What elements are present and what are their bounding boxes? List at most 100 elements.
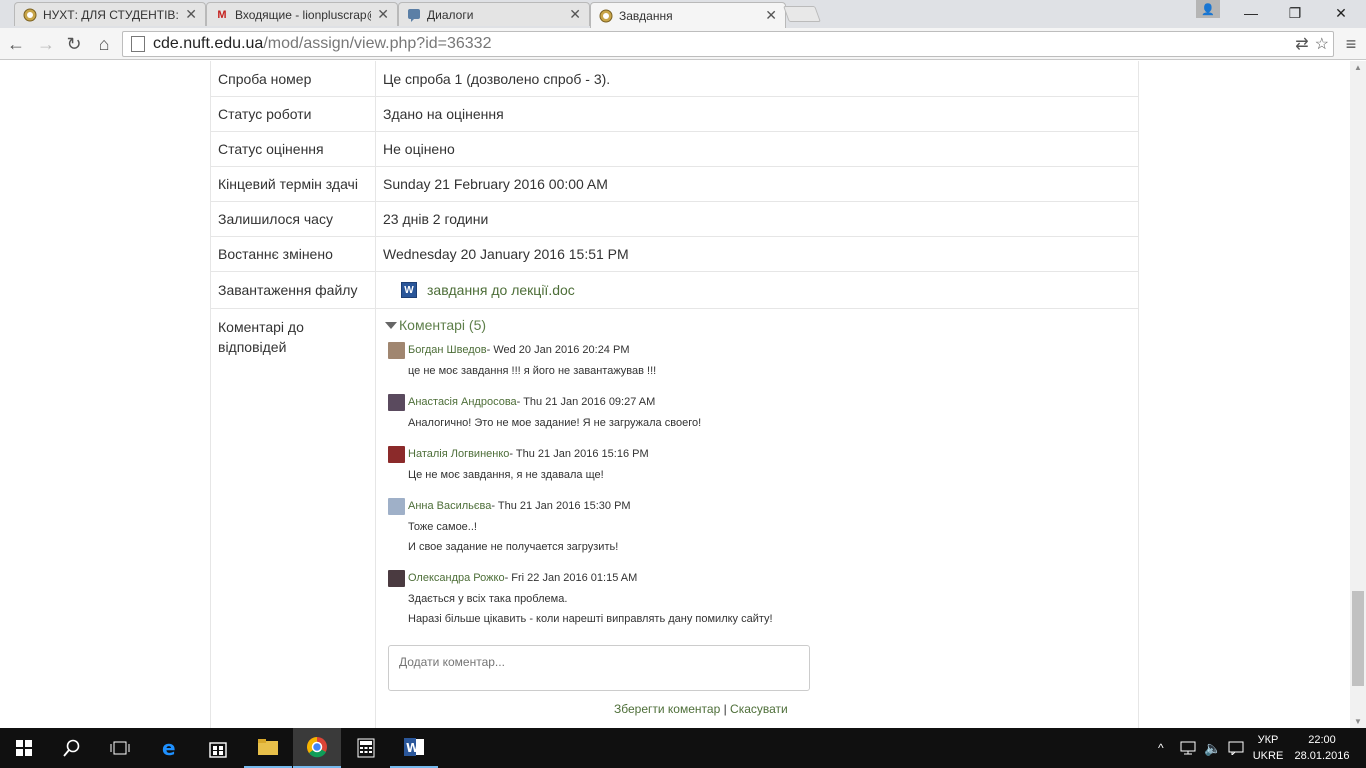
table-row: Залишилося часу 23 днів 2 години [210,201,1139,237]
add-comment-input[interactable] [388,645,810,691]
bookmark-star-icon[interactable]: ☆ [1315,34,1329,54]
close-tab-icon[interactable]: ✕ [377,6,389,23]
comment-list: Богдан Шведов - Wed 20 Jan 2016 20:24 PM… [388,341,1131,629]
comment-item: Богдан Шведов - Wed 20 Jan 2016 20:24 PM… [388,341,1131,381]
table-row: Кінцевий термін здачі Sunday 21 February… [210,166,1139,202]
scrollbar-thumb[interactable] [1352,591,1364,686]
restore-icon[interactable]: ❐ [1272,0,1318,26]
browser-tab[interactable]: НУХТ: ДЛЯ СТУДЕНТІВ: До ✕ [14,2,206,26]
close-tab-icon[interactable]: ✕ [765,7,777,24]
avatar[interactable] [388,569,405,587]
comment-text: Здається у всіх така проблема. Наразі бі… [408,593,773,625]
translate-icon[interactable]: ⇄ [1295,34,1308,54]
comment-text: Аналогично! Это не мое задание! Я не заг… [408,417,702,429]
comment-author[interactable]: Олександра Рожко [408,572,505,584]
moodle-icon [599,9,613,23]
word-icon[interactable]: W [390,728,438,768]
tab-title: НУХТ: ДЛЯ СТУДЕНТІВ: До [43,7,179,22]
address-bar[interactable]: cde.nuft.edu.ua/mod/assign/view.php?id=3… [122,31,1334,57]
comment-time: - Thu 21 Jan 2016 15:30 PM [491,500,631,512]
comment-text: це не моє завдання !!! я його не заванта… [408,365,657,377]
close-tab-icon[interactable]: ✕ [569,6,581,23]
cancel-comment-link[interactable]: Скасувати [730,702,788,716]
comment-text: Тоже самое..! И свое задание не получает… [408,521,619,553]
table-row: Завантаження файлу W завдання до лекції.… [210,271,1139,309]
avatar[interactable] [388,445,405,463]
page-icon [131,36,145,52]
forward-icon[interactable]: → [34,32,58,56]
close-window-icon[interactable]: ✕ [1318,0,1364,26]
file-explorer-icon[interactable] [244,728,292,768]
row-value: Не оцінено [375,131,1139,167]
table-row: Спроба номер Це спроба 1 (дозволено спро… [210,61,1139,97]
comment-author[interactable]: Анастасія Андросова [408,396,517,408]
comment-item: Анна Васильєва - Thu 21 Jan 2016 15:30 P… [388,497,1131,557]
comment-actions: Зберегти коментар | Скасувати [614,702,1131,716]
reload-icon[interactable]: ↻ [62,32,86,56]
profile-icon[interactable]: 👤 [1196,0,1220,18]
windows-start-icon[interactable] [0,728,48,768]
close-tab-icon[interactable]: ✕ [185,6,197,23]
back-icon[interactable]: ← [4,32,28,56]
page-scrollbar[interactable]: ▲ ▼ [1350,61,1366,728]
avatar[interactable] [388,497,405,515]
comment-author[interactable]: Богдан Шведов [408,344,487,356]
edge-icon[interactable]: e [146,728,194,768]
comment-time: - Wed 20 Jan 2016 20:24 PM [486,344,630,356]
browser-tab[interactable]: Диалоги ✕ [398,2,590,26]
notification-icon[interactable] [1228,728,1244,768]
tab-title: Диалоги [427,7,474,22]
url-text[interactable]: cde.nuft.edu.ua/mod/assign/view.php?id=3… [153,35,491,53]
browser-tab[interactable]: M Входящие - lionpluscrap@ ✕ [206,2,398,26]
row-label: Кінцевий термін здачі [210,166,376,202]
gmail-icon: M [217,8,227,21]
save-comment-link[interactable]: Зберегти коментар [614,702,720,716]
browser-titlebar: НУХТ: ДЛЯ СТУДЕНТІВ: До ✕ M Входящие - l… [0,0,1366,28]
row-label: Коментарі до відповідей [210,308,376,728]
volume-icon[interactable]: 🔈 [1204,728,1221,768]
chrome-icon[interactable] [293,728,341,768]
search-icon[interactable] [48,728,96,768]
comment-text: Це не моє завдання, я не здавала ще! [408,469,604,481]
table-row: Востаннє змінено Wednesday 20 January 20… [210,236,1139,272]
svg-text:W: W [406,741,419,755]
task-view-icon[interactable] [96,728,144,768]
triangle-down-icon [385,321,397,329]
row-label: Востаннє змінено [210,236,376,272]
language-indicator[interactable]: УКР UKRE [1252,732,1284,764]
comment-item: Анастасія Андросова - Thu 21 Jan 2016 09… [388,393,1131,433]
calculator-icon[interactable] [342,728,390,768]
home-icon[interactable]: ⌂ [92,32,116,56]
avatar[interactable] [388,393,405,411]
scroll-up-icon[interactable]: ▲ [1354,63,1362,72]
svg-text:e: e [162,737,176,759]
comment-time: - Fri 22 Jan 2016 01:15 AM [504,572,638,584]
comment-author[interactable]: Наталія Логвиненко [408,448,509,460]
file-link[interactable]: завдання до лекції.doc [427,282,575,298]
row-label: Спроба номер [210,61,376,97]
network-icon[interactable] [1180,728,1198,768]
row-value: Здано на оцінення [375,96,1139,132]
new-tab-button[interactable] [783,6,821,22]
row-label: Статус роботи [210,96,376,132]
avatar[interactable] [388,341,405,359]
clock[interactable]: 22:00 28.01.2016 [1290,732,1354,764]
store-icon[interactable] [194,728,242,768]
word-doc-icon: W [401,282,417,298]
row-value: Wednesday 20 January 2016 15:51 PM [375,236,1139,272]
separator: | [720,702,731,716]
show-hidden-icons[interactable]: ^ [1158,728,1164,768]
comments-toggle[interactable]: Коментарі (5) [385,317,1131,333]
row-label: Завантаження файлу [210,271,376,309]
minimize-icon[interactable]: — [1228,0,1274,26]
submission-status-table: Спроба номер Це спроба 1 (дозволено спро… [210,61,1139,728]
comments-cell: Коментарі (5) Богдан Шведов - Wed 20 Jan… [375,308,1139,728]
menu-icon[interactable]: ≡ [1340,32,1362,56]
row-label: Залишилося часу [210,201,376,237]
browser-tab-active[interactable]: Завдання ✕ [590,2,786,28]
comment-time: - Thu 21 Jan 2016 09:27 AM [516,396,656,408]
tab-title: Завдання [619,8,673,23]
comment-author[interactable]: Анна Васильєва [408,500,491,512]
scroll-down-icon[interactable]: ▼ [1354,717,1362,726]
row-value: W завдання до лекції.doc [375,271,1139,309]
